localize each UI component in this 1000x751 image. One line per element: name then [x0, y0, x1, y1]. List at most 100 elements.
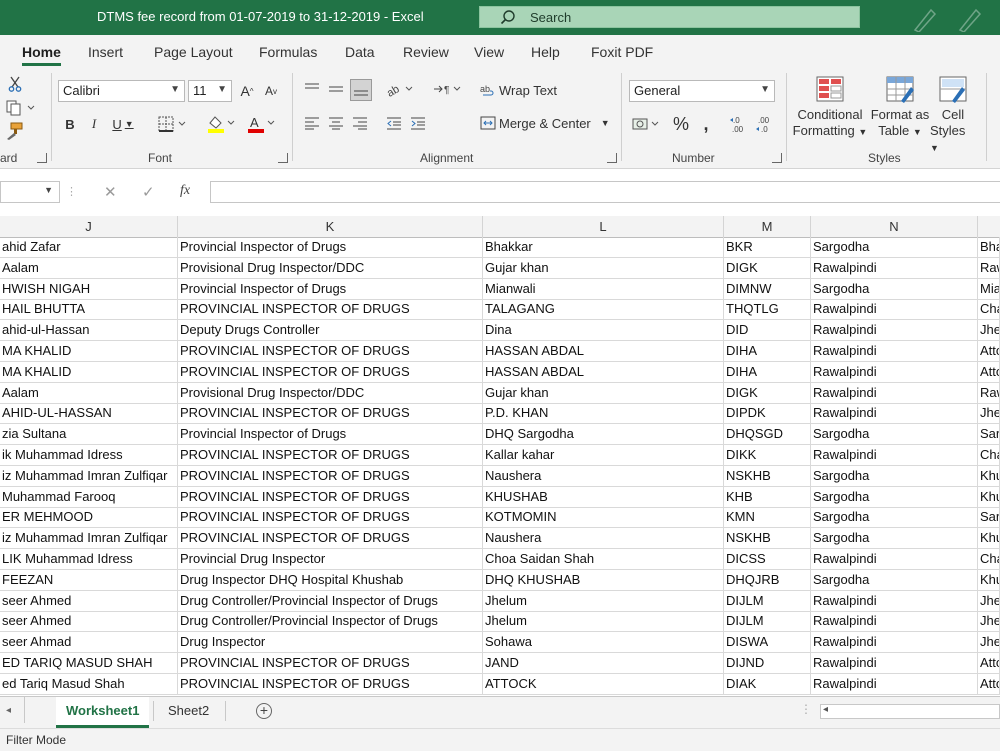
cell-n[interactable]: Sargodha	[811, 278, 978, 299]
cell-n[interactable]: Rawalpindi	[811, 549, 978, 569]
cell-o[interactable]: Sar	[978, 424, 1000, 445]
decrease-decimal-icon[interactable]: .00.0	[754, 113, 776, 135]
cell-o[interactable]: Bha	[978, 237, 1000, 257]
cell-l[interactable]: Jhelum	[483, 611, 724, 632]
cell-j[interactable]: seer Ahmed	[0, 611, 178, 632]
format-as-table-button[interactable]: Format as Table ▼	[869, 75, 931, 153]
borders-button[interactable]	[156, 113, 190, 135]
tab-foxit-pdf[interactable]: Foxit PDF	[591, 44, 653, 60]
tab-view[interactable]: View	[474, 44, 504, 60]
cut-icon[interactable]	[6, 75, 24, 93]
cell-n[interactable]: Rawalpindi	[811, 590, 978, 611]
increase-indent-icon[interactable]	[408, 113, 428, 133]
cell-k[interactable]: PROVINCIAL INSPECTOR OF DRUGS	[178, 341, 483, 361]
conditional-formatting-button[interactable]: Conditional Formatting ▼	[792, 75, 868, 153]
cell-m[interactable]: NSKHB	[724, 528, 811, 549]
cell-k[interactable]: PROVINCIAL INSPECTOR OF DRUGS	[178, 653, 483, 673]
cell-m[interactable]: NSKHB	[724, 465, 811, 486]
cell-j[interactable]: HAIL BHUTTA	[0, 299, 178, 320]
cell-m[interactable]: BKR	[724, 237, 811, 257]
tab-review[interactable]: Review	[403, 44, 449, 60]
cell-m[interactable]: DIMNW	[724, 278, 811, 299]
cell-j[interactable]: iz Muhammad Imran Zulfiqar	[0, 465, 178, 486]
bold-button[interactable]: B	[60, 113, 80, 135]
cell-o[interactable]: Khu	[978, 528, 1000, 549]
cell-m[interactable]: DIPDK	[724, 403, 811, 424]
format-painter-icon[interactable]	[4, 121, 24, 141]
cell-n[interactable]: Rawalpindi	[811, 632, 978, 653]
column-header-o[interactable]	[978, 216, 1000, 237]
cell-l[interactable]: KOTMOMIN	[483, 507, 724, 528]
tab-insert[interactable]: Insert	[88, 44, 123, 60]
cell-j[interactable]: Muhammad Farooq	[0, 486, 178, 507]
cell-j[interactable]: zia Sultana	[0, 424, 178, 445]
cell-o[interactable]: Cha	[978, 299, 1000, 320]
cell-o[interactable]: Jhe	[978, 403, 1000, 424]
cell-k[interactable]: Provincial Inspector of Drugs	[178, 278, 483, 299]
cell-j[interactable]: ed Tariq Masud Shah	[0, 673, 178, 694]
cell-o[interactable]: Atto	[978, 341, 1000, 361]
cell-m[interactable]: DIAK	[724, 673, 811, 694]
formula-input[interactable]	[210, 181, 1000, 203]
font-size-combo[interactable]: 11 ▼	[188, 80, 232, 102]
number-format-combo[interactable]: General ▼	[629, 80, 775, 102]
accounting-format-button[interactable]	[630, 113, 664, 135]
font-color-button[interactable]: A	[244, 113, 278, 135]
cell-o[interactable]: Khu	[978, 465, 1000, 486]
cell-o[interactable]: Cha	[978, 549, 1000, 569]
cell-n[interactable]: Sargodha	[811, 486, 978, 507]
cell-l[interactable]: Jhelum	[483, 590, 724, 611]
cell-n[interactable]: Rawalpindi	[811, 445, 978, 465]
tab-home[interactable]: Home	[22, 44, 61, 66]
horizontal-scrollbar[interactable]: ◂	[820, 704, 1000, 719]
cell-l[interactable]: Naushera	[483, 465, 724, 486]
search-box[interactable]: Search	[479, 6, 860, 28]
worksheet-grid[interactable]: ahid Zafar Provincial Inspector of Drugs B…	[0, 237, 1000, 696]
cell-n[interactable]: Sargodha	[811, 237, 978, 257]
cell-n[interactable]: Sargodha	[811, 569, 978, 590]
cell-n[interactable]: Sargodha	[811, 424, 978, 445]
name-box[interactable]: ▼	[0, 181, 60, 203]
cell-j[interactable]: ik Muhammad Idress	[0, 445, 178, 465]
sheet-tab-worksheet1[interactable]: Worksheet1	[56, 697, 150, 728]
insert-function-icon[interactable]: fx	[180, 183, 190, 199]
cell-m[interactable]: DISWA	[724, 632, 811, 653]
cell-m[interactable]: KMN	[724, 507, 811, 528]
cell-o[interactable]: Jhe	[978, 632, 1000, 653]
cell-k[interactable]: PROVINCIAL INSPECTOR OF DRUGS	[178, 528, 483, 549]
cell-l[interactable]: HASSAN ABDAL	[483, 341, 724, 361]
cell-l[interactable]: KHUSHAB	[483, 486, 724, 507]
cell-k[interactable]: PROVINCIAL INSPECTOR OF DRUGS	[178, 403, 483, 424]
cell-l[interactable]: Choa Saidan Shah	[483, 549, 724, 569]
cell-l[interactable]: Bhakkar	[483, 237, 724, 257]
cell-j[interactable]: ED TARIQ MASUD SHAH	[0, 653, 178, 673]
cell-l[interactable]: Gujar khan	[483, 257, 724, 278]
cell-l[interactable]: ATTOCK	[483, 673, 724, 694]
wrap-text-button[interactable]: ab Wrap Text	[480, 79, 560, 101]
cell-m[interactable]: DIHA	[724, 361, 811, 382]
sheet-tab-sheet2[interactable]: Sheet2	[158, 697, 219, 725]
cell-k[interactable]: Provincial Drug Inspector	[178, 549, 483, 569]
cell-k[interactable]: Provisional Drug Inspector/DDC	[178, 382, 483, 403]
cell-n[interactable]: Sargodha	[811, 465, 978, 486]
top-align-icon[interactable]	[302, 79, 322, 99]
drag-handle-icon[interactable]: ⋮	[66, 185, 77, 198]
scroll-left-icon[interactable]: ◂	[823, 704, 828, 715]
scroll-left-icon[interactable]: ◂	[6, 705, 11, 716]
cell-k[interactable]: Drug Controller/Provincial Inspector of …	[178, 590, 483, 611]
cell-o[interactable]: Raw	[978, 257, 1000, 278]
increase-font-size-button[interactable]: A ^	[236, 80, 258, 102]
font-name-combo[interactable]: Calibri ▼	[58, 80, 185, 102]
cell-l[interactable]: DHQ Sargodha	[483, 424, 724, 445]
cell-l[interactable]: Dina	[483, 320, 724, 341]
cell-l[interactable]: Mianwali	[483, 278, 724, 299]
cell-n[interactable]: Rawalpindi	[811, 361, 978, 382]
cell-j[interactable]: MA KHALID	[0, 341, 178, 361]
cell-l[interactable]: Sohawa	[483, 632, 724, 653]
cell-l[interactable]: Kallar kahar	[483, 445, 724, 465]
bottom-align-icon[interactable]	[350, 79, 372, 101]
cell-m[interactable]: DIKK	[724, 445, 811, 465]
cell-j[interactable]: HWISH NIGAH	[0, 278, 178, 299]
column-header-m[interactable]: M	[724, 216, 811, 237]
cell-j[interactable]: ER MEHMOOD	[0, 507, 178, 528]
